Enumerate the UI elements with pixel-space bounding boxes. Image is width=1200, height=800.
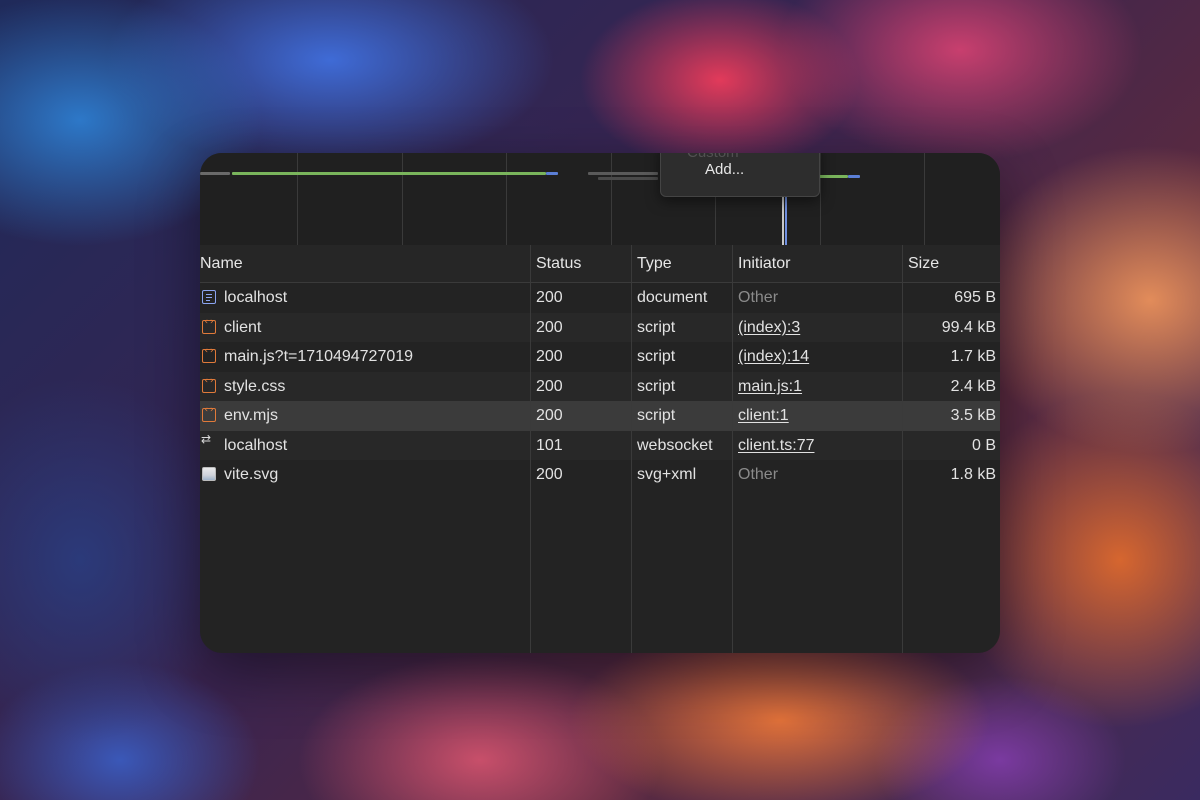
script-icon: ‹›	[202, 317, 216, 334]
initiator-link[interactable]: client.ts:77	[738, 431, 814, 461]
request-size: 0 B	[971, 436, 996, 454]
network-panel: Custom Add... Name Status Type Initiator…	[200, 153, 1000, 653]
request-status: 200	[536, 289, 563, 306]
timeline-gridline	[820, 153, 821, 245]
column-header-name[interactable]: Name	[200, 245, 243, 282]
initiator-link[interactable]: (index):3	[738, 313, 800, 343]
timeline-gridline	[402, 153, 403, 245]
request-status: 200	[536, 407, 563, 424]
column-divider[interactable]	[732, 245, 733, 653]
script-icon: ‹›	[202, 405, 216, 422]
waterfall-bar-waiting	[588, 172, 658, 175]
request-type: script	[637, 377, 676, 395]
initiator-link[interactable]: (index):14	[738, 342, 809, 372]
request-name: env.mjs	[224, 407, 278, 424]
waterfall-bar-blue	[848, 175, 860, 178]
timeline-gridline	[297, 153, 298, 245]
table-row[interactable]: vite.svg 200 svg+xml Other 1.8 kB	[200, 460, 1000, 490]
request-type: script	[637, 407, 676, 424]
waterfall-bar-download	[232, 172, 546, 175]
table-header: Name Status Type Initiator Size	[200, 245, 1000, 283]
request-status: 200	[536, 466, 563, 483]
column-header-initiator[interactable]: Initiator	[738, 245, 790, 282]
request-type: svg+xml	[637, 466, 697, 483]
request-status: 101	[536, 436, 563, 454]
menu-item-custom[interactable]: Custom	[687, 153, 739, 161]
timeline-marker-line	[782, 191, 784, 245]
request-name: client	[224, 318, 262, 336]
request-type: websocket	[637, 436, 713, 454]
image-icon	[202, 467, 216, 481]
column-header-size[interactable]: Size	[908, 245, 939, 282]
timeline-marker-line	[785, 191, 787, 245]
request-size: 1.7 kB	[950, 348, 996, 365]
document-icon	[202, 290, 216, 304]
waterfall-bar-waiting	[200, 172, 230, 175]
table-row[interactable]: ⇄ localhost 101 websocket client.ts:77 0 B	[200, 430, 1000, 461]
waterfall-bar-waiting	[598, 177, 658, 180]
timeline-gridline	[924, 153, 925, 245]
timeline-gridline	[506, 153, 507, 245]
network-overview-timeline[interactable]: Custom Add...	[200, 153, 1000, 246]
initiator-link[interactable]: main.js:1	[738, 372, 802, 402]
request-status: 200	[536, 348, 563, 365]
request-status: 200	[536, 318, 563, 336]
request-size: 99.4 kB	[941, 318, 996, 336]
request-status: 200	[536, 377, 563, 395]
initiator-text: Other	[738, 289, 779, 306]
waterfall-bar-blue	[546, 172, 558, 175]
column-context-menu: Custom Add...	[660, 153, 820, 197]
waterfall-bar-download	[818, 175, 848, 178]
request-size: 3.5 kB	[950, 407, 996, 424]
table-row[interactable]: ‹› main.js?t=1710494727019 200 script (index…	[200, 342, 1000, 372]
column-header-status[interactable]: Status	[536, 245, 581, 282]
request-name: vite.svg	[224, 466, 279, 483]
column-header-type[interactable]: Type	[637, 245, 672, 282]
table-row[interactable]: ‹› client 200 script (index):3 99.4 kB	[200, 312, 1000, 343]
script-icon: ‹›	[202, 376, 216, 393]
request-name: main.js?t=1710494727019	[224, 348, 414, 365]
request-size: 2.4 kB	[950, 377, 996, 395]
table-row[interactable]: localhost 200 document Other 695 B	[200, 283, 1000, 313]
column-divider[interactable]	[902, 245, 903, 653]
script-icon: ‹›	[202, 346, 216, 363]
websocket-icon: ⇄	[201, 431, 212, 446]
requests-table: Name Status Type Initiator Size localhos…	[200, 245, 1000, 653]
request-type: script	[637, 348, 676, 365]
column-divider[interactable]	[530, 245, 531, 653]
request-size: 695 B	[954, 289, 996, 306]
timeline-gridline	[611, 153, 612, 245]
request-name: localhost	[224, 289, 288, 306]
initiator-text: Other	[738, 466, 779, 483]
request-size: 1.8 kB	[950, 466, 996, 483]
column-divider[interactable]	[631, 245, 632, 653]
menu-item-add[interactable]: Add...	[705, 161, 744, 178]
request-name: localhost	[224, 436, 288, 454]
request-type: document	[637, 289, 708, 306]
request-name: style.css	[224, 377, 286, 395]
table-row[interactable]: ‹› env.mjs 200 script client:1 3.5 kB	[200, 401, 1000, 431]
initiator-link[interactable]: client:1	[738, 401, 789, 431]
table-row[interactable]: ‹› style.css 200 script main.js:1 2.4 kB	[200, 371, 1000, 402]
request-type: script	[637, 318, 676, 336]
